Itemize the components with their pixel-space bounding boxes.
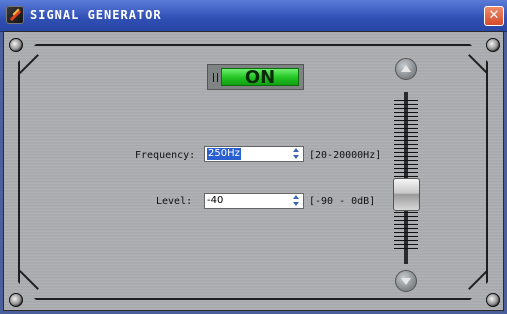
level-spin-icon[interactable] <box>290 195 302 207</box>
level-range: [-90 - 0dB] <box>309 196 376 207</box>
level-label: Level: <box>156 196 193 207</box>
close-button[interactable]: ✕ <box>484 6 504 26</box>
frequency-value: 250Hz <box>207 148 241 160</box>
signal-generator-window: SIGNAL GENERATOR ✕ ON Frequency: 250Hz [… <box>0 0 507 314</box>
power-toggle-label: ON <box>221 68 299 87</box>
arrow-up-icon <box>401 65 411 72</box>
arrow-down-icon <box>401 278 411 285</box>
screw-icon <box>486 38 500 52</box>
frequency-label: Frequency: <box>135 150 196 161</box>
frequency-input[interactable]: 250Hz <box>204 146 304 162</box>
screw-icon <box>9 293 23 307</box>
screw-icon <box>9 38 23 52</box>
level-up-button[interactable] <box>395 58 417 80</box>
window-title: SIGNAL GENERATOR <box>30 8 162 22</box>
signal-generator-icon <box>6 6 24 24</box>
level-input[interactable]: -40 <box>204 193 304 209</box>
level-value: -40 <box>207 195 224 206</box>
toggle-grip-icon <box>213 73 218 82</box>
frequency-spin-icon[interactable] <box>290 148 302 160</box>
level-fader-knob[interactable] <box>393 178 420 211</box>
level-down-button[interactable] <box>395 270 417 292</box>
title-bar[interactable]: SIGNAL GENERATOR ✕ <box>0 0 507 32</box>
power-toggle[interactable]: ON <box>207 64 304 90</box>
screw-icon <box>486 293 500 307</box>
level-fader-scale <box>394 100 418 252</box>
frequency-range: [20-20000Hz] <box>309 150 382 161</box>
